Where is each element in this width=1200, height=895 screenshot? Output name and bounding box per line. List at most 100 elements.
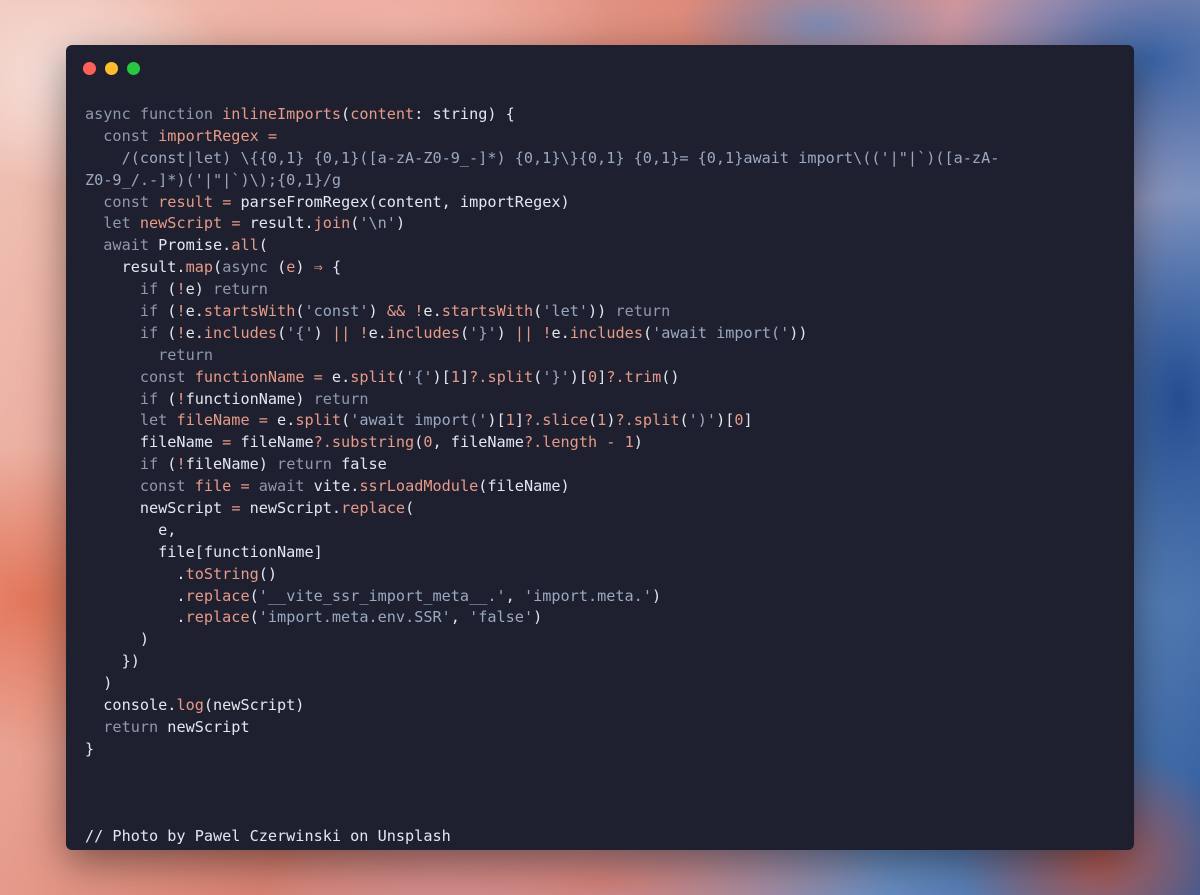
code-token: 1 bbox=[450, 367, 460, 386]
code-line: .toString() bbox=[85, 564, 999, 586]
code-token: { bbox=[322, 258, 342, 277]
code-token: || bbox=[331, 323, 351, 342]
code-token: ?. bbox=[615, 411, 634, 430]
code-token: '__vite_ssr_import_meta__.' bbox=[258, 586, 506, 605]
code-token: = bbox=[222, 192, 232, 211]
code-token: e. bbox=[267, 411, 296, 430]
code-token: } bbox=[85, 739, 95, 758]
code-token: newScript bbox=[85, 499, 232, 518]
code-token: return bbox=[277, 455, 342, 474]
code-token: 'import.meta.' bbox=[523, 586, 652, 605]
code-token: ] bbox=[514, 411, 524, 430]
code-line: let fileName = e.split('await import(')[… bbox=[85, 410, 999, 432]
code-token: /(const|let) \{{0,1} {0,1}([a-zA-Z0-9_-]… bbox=[85, 148, 1000, 167]
code-line: ) bbox=[85, 629, 999, 651]
code-token: split bbox=[633, 411, 680, 430]
code-token: ?. bbox=[523, 433, 543, 452]
code-token: ) bbox=[651, 586, 662, 605]
code-comment-line: // Photo by Pawel Czerwinski on Unsplash bbox=[85, 826, 999, 848]
code-line: const result = parseFromRegex(content, i… bbox=[85, 192, 999, 214]
code-token: ] bbox=[743, 411, 753, 430]
code-token: && bbox=[386, 302, 406, 321]
code-token: result bbox=[158, 192, 214, 211]
code-token: ( bbox=[405, 499, 415, 518]
code-token: '{' bbox=[286, 323, 314, 342]
code-token: 1 bbox=[505, 411, 515, 430]
code-line: const file = await vite.ssrLoadModule(fi… bbox=[85, 476, 999, 498]
code-token: = bbox=[240, 477, 250, 496]
code-token: ( bbox=[679, 411, 689, 430]
code-token: replace bbox=[341, 499, 406, 518]
code-token: const bbox=[85, 477, 195, 496]
code-token: 'const' bbox=[304, 302, 369, 321]
code-token: e. bbox=[185, 302, 204, 321]
code-token: ?. bbox=[523, 411, 543, 430]
code-token: ) bbox=[85, 630, 150, 649]
code-token: (fileName) bbox=[478, 477, 570, 496]
code-token: return bbox=[313, 389, 369, 408]
code-token: e) bbox=[185, 280, 214, 299]
code-token: if bbox=[85, 280, 168, 299]
code-token: file bbox=[194, 477, 232, 496]
code-token: result. bbox=[240, 214, 314, 233]
code-token: map bbox=[185, 258, 214, 277]
code-token: ) bbox=[633, 433, 643, 452]
code-token: . bbox=[85, 586, 186, 605]
code-token: 'false' bbox=[469, 608, 534, 627]
code-token: ) bbox=[313, 323, 332, 342]
code-token: }) bbox=[85, 652, 140, 671]
code-token: slice bbox=[542, 411, 588, 430]
code-line: }) bbox=[85, 651, 999, 673]
code-line: return bbox=[85, 345, 999, 367]
code-token: await bbox=[249, 477, 314, 496]
code-token: ) bbox=[85, 674, 113, 693]
code-token: Z0-9_/.-]*)('|"|`)\);{0,1}/g bbox=[85, 170, 342, 189]
code-token: if bbox=[85, 302, 168, 321]
code-line: if (!e.includes('{') || !e.includes('}')… bbox=[85, 323, 999, 345]
code-line: .replace('__vite_ssr_import_meta__.', 'i… bbox=[85, 586, 999, 608]
code-token: newScript bbox=[167, 717, 250, 736]
code-token: ( bbox=[258, 236, 268, 255]
code-line: if (!e.startsWith('const') && !e.startsW… bbox=[85, 301, 999, 323]
code-line: result.map(async (e) ⇒ { bbox=[85, 257, 999, 279]
code-token: ) bbox=[395, 214, 406, 233]
maximize-button[interactable] bbox=[127, 62, 140, 75]
code-token: newScript. bbox=[240, 499, 342, 518]
code-line: Z0-9_/.-]*)('|"|`)\);{0,1}/g bbox=[85, 170, 999, 192]
code-token: , bbox=[450, 608, 470, 627]
code-line: if (!functionName) return bbox=[85, 389, 999, 411]
code-token: newScript bbox=[139, 214, 223, 233]
code-token: all bbox=[231, 236, 259, 255]
close-button[interactable] bbox=[83, 62, 96, 75]
code-token: ssrLoadModule bbox=[359, 477, 479, 496]
code-token: ) bbox=[496, 323, 515, 342]
code-token: ⇒ bbox=[313, 258, 323, 277]
code-token: '{' bbox=[405, 367, 433, 386]
code-token: includes bbox=[386, 323, 461, 342]
code-line: file[functionName] bbox=[85, 542, 999, 564]
code-token: = bbox=[313, 367, 323, 386]
code-token: ( bbox=[277, 258, 287, 277]
code-token: inlineImports bbox=[222, 105, 342, 123]
code-token: const bbox=[85, 367, 195, 386]
minimize-button[interactable] bbox=[105, 62, 118, 75]
code-line: if (!e) return bbox=[85, 279, 999, 301]
code-token: let bbox=[85, 411, 177, 430]
code-token: 0 bbox=[734, 411, 744, 430]
code-token: functionName) bbox=[185, 389, 314, 408]
code-line: /(const|let) \{{0,1} {0,1}([a-zA-Z0-9_-]… bbox=[85, 148, 1000, 170]
code-line: if (!fileName) return false bbox=[85, 454, 999, 476]
code-token: return bbox=[213, 280, 268, 299]
code-token: content bbox=[350, 105, 415, 123]
code-token: , fileName bbox=[432, 433, 524, 452]
code-token: async function bbox=[85, 105, 223, 123]
code-token: if bbox=[85, 455, 168, 474]
code-token: : string) { bbox=[414, 105, 515, 123]
code-token: ! bbox=[359, 323, 369, 342]
